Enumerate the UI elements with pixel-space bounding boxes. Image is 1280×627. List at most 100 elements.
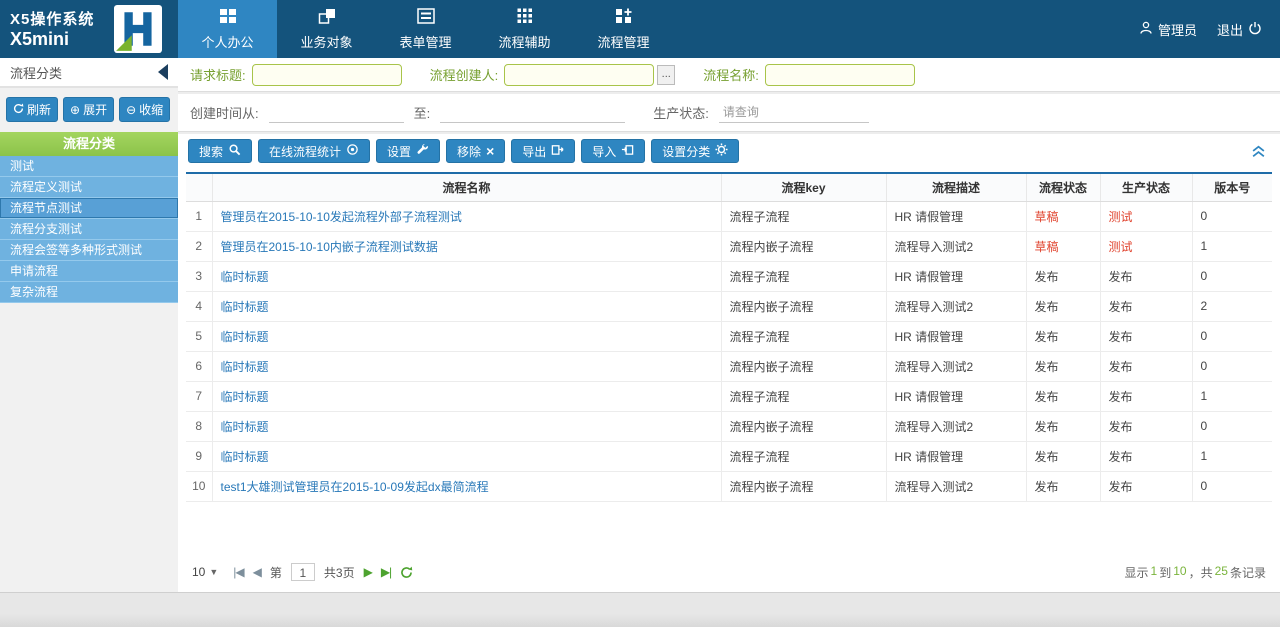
header-process-key[interactable]: 流程key bbox=[721, 173, 886, 201]
page-size-value: 10 bbox=[192, 565, 205, 579]
tab-personal-office[interactable]: 个人办公 bbox=[178, 0, 277, 58]
import-button[interactable]: 导入 bbox=[581, 139, 645, 163]
tab-form-management[interactable]: 表单管理 bbox=[376, 0, 475, 58]
process-name-label: 流程名称: bbox=[703, 65, 759, 84]
reload-icon[interactable] bbox=[400, 566, 413, 579]
settings-button[interactable]: 设置 bbox=[376, 139, 440, 163]
process-name-link[interactable]: 临时标题 bbox=[221, 420, 269, 434]
cell-process-desc: HR 请假管理 bbox=[886, 261, 1026, 291]
app-title: X5操作系统 bbox=[10, 8, 94, 29]
process-name-link[interactable]: 临时标题 bbox=[221, 390, 269, 404]
export-button[interactable]: 导出 bbox=[511, 139, 575, 163]
search-button-label: 搜索 bbox=[199, 143, 223, 160]
sidebar-item[interactable]: 流程会签等多种形式测试 bbox=[0, 240, 178, 261]
logout-button[interactable]: 退出 bbox=[1217, 20, 1262, 39]
cell-process-status: 发布 bbox=[1026, 381, 1100, 411]
header-version[interactable]: 版本号 bbox=[1192, 173, 1272, 201]
process-name-link[interactable]: 管理员在2015-10-10发起流程外部子流程测试 bbox=[221, 210, 462, 224]
cell-process-name: 临时标题 bbox=[212, 261, 721, 291]
cell-version: 0 bbox=[1192, 261, 1272, 291]
expand-button[interactable]: ⊕ 展开 bbox=[63, 97, 114, 122]
tab-process-management[interactable]: 流程管理 bbox=[574, 0, 673, 58]
cell-process-desc: 流程导入测试2 bbox=[886, 231, 1026, 261]
row-number: 9 bbox=[186, 441, 212, 471]
row-number: 3 bbox=[186, 261, 212, 291]
cell-process-name: test1大雄测试管理员在2015-10-09发起dx最简流程 bbox=[212, 471, 721, 501]
process-name-link[interactable]: 管理员在2015-10-10内嵌子流程测试数据 bbox=[221, 240, 438, 254]
collapse-label: 收缩 bbox=[139, 101, 163, 118]
cell-process-key: 流程子流程 bbox=[721, 201, 886, 231]
header-process-desc[interactable]: 流程描述 bbox=[886, 173, 1026, 201]
sidebar-item[interactable]: 流程分支测试 bbox=[0, 219, 178, 240]
collapse-sidebar-arrow-icon[interactable] bbox=[158, 64, 168, 80]
tab-process-assist[interactable]: 流程辅助 bbox=[475, 0, 574, 58]
remove-button[interactable]: 移除 × bbox=[446, 139, 505, 163]
sidebar-item[interactable]: 流程节点测试 bbox=[0, 198, 178, 219]
cell-process-desc: HR 请假管理 bbox=[886, 381, 1026, 411]
process-table-wrap: 流程名称 流程key 流程描述 流程状态 生产状态 版本号 1 管理员在2015-… bbox=[178, 168, 1280, 502]
set-category-button[interactable]: 设置分类 bbox=[651, 139, 739, 163]
cell-process-key: 流程内嵌子流程 bbox=[721, 411, 886, 441]
collapse-button[interactable]: ⊖ 收缩 bbox=[119, 97, 170, 122]
tab-label: 表单管理 bbox=[399, 32, 451, 51]
cell-process-key: 流程子流程 bbox=[721, 381, 886, 411]
cell-process-key: 流程内嵌子流程 bbox=[721, 351, 886, 381]
cell-process-status: 草稿 bbox=[1026, 231, 1100, 261]
table-row: 4临时标题流程内嵌子流程流程导入测试2发布发布2 bbox=[186, 291, 1272, 321]
user-menu[interactable]: 管理员 bbox=[1139, 20, 1197, 39]
header-row-number bbox=[186, 173, 212, 201]
cell-version: 1 bbox=[1192, 231, 1272, 261]
tab-business-objects[interactable]: 业务对象 bbox=[277, 0, 376, 58]
process-name-input[interactable] bbox=[765, 64, 915, 86]
row-number: 8 bbox=[186, 411, 212, 441]
tree-title: 流程分类 bbox=[0, 132, 178, 156]
process-name-link[interactable]: test1大雄测试管理员在2015-10-09发起dx最简流程 bbox=[221, 480, 489, 494]
process-name-link[interactable]: 临时标题 bbox=[221, 450, 269, 464]
import-label: 导入 bbox=[592, 143, 616, 160]
sidebar-panel-header: 流程分类 bbox=[0, 58, 178, 88]
last-page-button[interactable]: ▶| bbox=[381, 565, 391, 579]
refresh-icon bbox=[13, 103, 24, 117]
creator-group: 流程创建人: ... bbox=[430, 64, 676, 86]
main-content: 请求标题: 流程创建人: ... 流程名称: 创建时间从: 至: 生产状态: 搜… bbox=[178, 58, 1280, 592]
cell-version: 2 bbox=[1192, 291, 1272, 321]
request-title-input[interactable] bbox=[252, 64, 402, 86]
tab-label: 流程管理 bbox=[597, 32, 649, 51]
prod-status-select[interactable] bbox=[719, 103, 869, 123]
online-stats-button[interactable]: 在线流程统计 bbox=[258, 139, 370, 163]
sidebar-item[interactable]: 申请流程 bbox=[0, 261, 178, 282]
stats-icon bbox=[346, 143, 359, 159]
creator-picker-button[interactable]: ... bbox=[657, 65, 675, 85]
personal-office-icon bbox=[219, 8, 237, 27]
gear-icon bbox=[715, 143, 728, 159]
process-name-link[interactable]: 临时标题 bbox=[221, 300, 269, 314]
header-process-name[interactable]: 流程名称 bbox=[212, 173, 721, 201]
search-button[interactable]: 搜索 bbox=[188, 139, 252, 163]
process-name-link[interactable]: 临时标题 bbox=[221, 360, 269, 374]
page-size-select[interactable]: 10 ▼ bbox=[192, 565, 218, 579]
cell-process-status: 发布 bbox=[1026, 321, 1100, 351]
refresh-button[interactable]: 刷新 bbox=[6, 97, 58, 122]
header-process-status[interactable]: 流程状态 bbox=[1026, 173, 1100, 201]
header-prod-status[interactable]: 生产状态 bbox=[1100, 173, 1192, 201]
first-page-button[interactable]: |◀ bbox=[233, 565, 243, 579]
creator-input[interactable] bbox=[504, 64, 654, 86]
prod-status-label: 生产状态: bbox=[653, 103, 709, 122]
cell-process-name: 临时标题 bbox=[212, 321, 721, 351]
cell-prod-status: 发布 bbox=[1100, 261, 1192, 291]
cell-process-desc: HR 请假管理 bbox=[886, 321, 1026, 351]
prev-page-button[interactable]: ◀ bbox=[253, 565, 261, 579]
page-prefix-label: 第 bbox=[270, 564, 282, 581]
created-to-input[interactable] bbox=[440, 103, 625, 123]
process-name-link[interactable]: 临时标题 bbox=[221, 330, 269, 344]
created-from-input[interactable] bbox=[269, 103, 404, 123]
process-name-link[interactable]: 临时标题 bbox=[221, 270, 269, 284]
sidebar-item[interactable]: 复杂流程 bbox=[0, 282, 178, 303]
next-page-button[interactable]: ▶ bbox=[364, 565, 372, 579]
total-pages-label: 共3页 bbox=[324, 564, 355, 581]
sidebar-item[interactable]: 流程定义测试 bbox=[0, 177, 178, 198]
cell-version: 1 bbox=[1192, 381, 1272, 411]
sidebar-item[interactable]: 测试 bbox=[0, 156, 178, 177]
collapse-panel-chevron-icon[interactable] bbox=[1251, 145, 1270, 158]
page-number-input[interactable]: 1 bbox=[291, 563, 315, 581]
